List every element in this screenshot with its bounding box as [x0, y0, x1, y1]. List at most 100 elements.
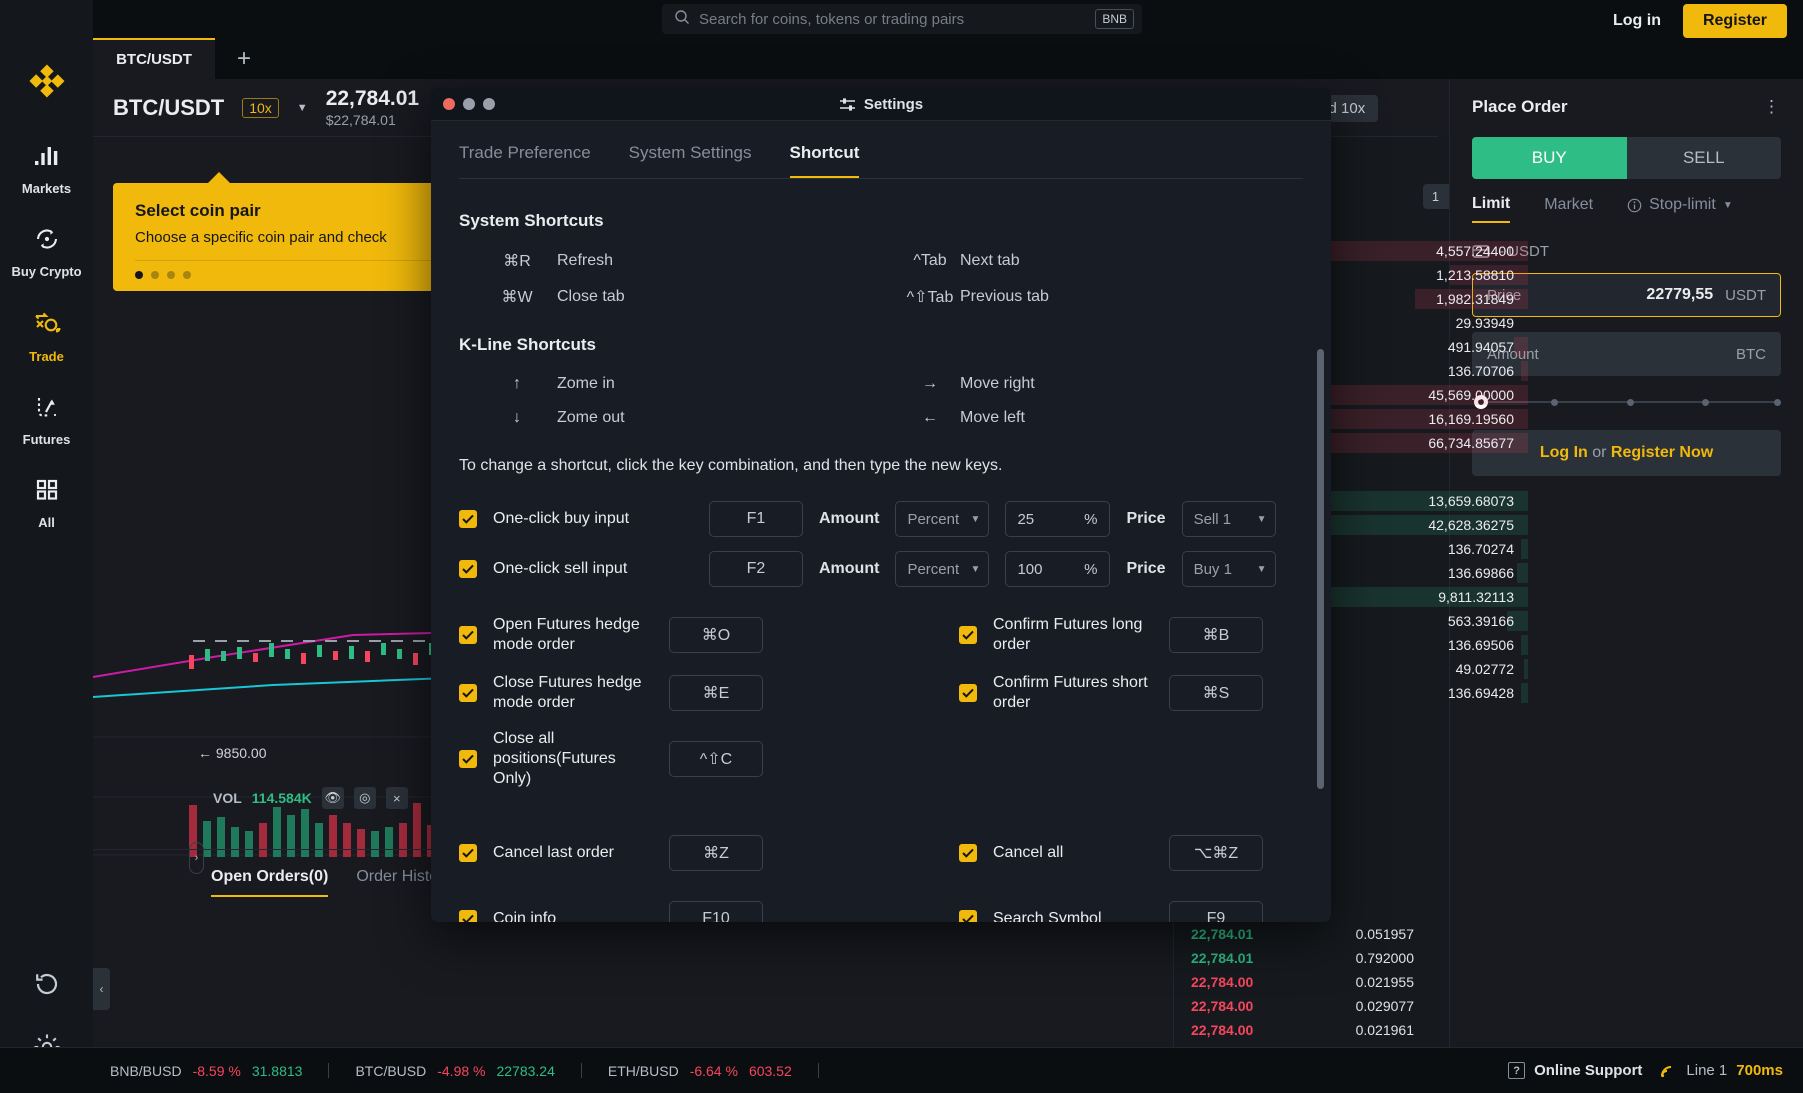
tab-system-settings[interactable]: System Settings — [629, 143, 752, 179]
coach-dot[interactable] — [151, 271, 159, 279]
confirm-long-checkbox[interactable] — [959, 626, 977, 644]
global-search[interactable]: BNB — [662, 4, 1142, 34]
sidebar-item-markets[interactable]: Markets — [0, 143, 93, 196]
one-click-sell-row: One-click sell input F2 Amount Percent ▼… — [459, 551, 1303, 587]
panel-collapse-handle[interactable]: ‹ — [93, 968, 110, 1010]
shortcut-hint: To change a shortcut, click the key comb… — [459, 457, 1003, 474]
ask-total: 1,982.31849 — [1436, 291, 1514, 307]
coin-info-checkbox[interactable] — [459, 910, 477, 922]
online-support-button[interactable]: ? Online Support — [1508, 1062, 1642, 1079]
cancel-last-key[interactable]: ⌘Z — [669, 835, 763, 871]
coach-dot[interactable] — [167, 271, 175, 279]
tab-market[interactable]: Market — [1544, 196, 1593, 222]
one-click-buy-key[interactable]: F1 — [709, 501, 803, 537]
settings-target-icon[interactable]: ◎ — [353, 787, 376, 809]
ticker-item[interactable]: BTC/BUSD -4.98 % 22783.24 — [355, 1063, 580, 1079]
buy-amount-input[interactable]: 25 % — [1005, 501, 1111, 537]
kebab-menu-icon[interactable]: ⋮ — [1763, 97, 1781, 117]
tab-open-orders[interactable]: Open Orders(0) — [211, 868, 329, 897]
one-click-sell-checkbox[interactable] — [459, 560, 477, 578]
ticker-item[interactable]: BNB/BUSD -8.59 % 31.8813 — [110, 1063, 328, 1079]
bnb-badge[interactable]: BNB — [1095, 9, 1134, 29]
search-symbol-key[interactable]: F9 — [1169, 901, 1263, 922]
one-click-sell-key[interactable]: F2 — [709, 551, 803, 587]
slider-node[interactable] — [1701, 399, 1709, 406]
sidebar-item-trade[interactable]: Trade — [0, 309, 93, 364]
shortcut-label: Close tab — [557, 288, 625, 305]
binance-logo-icon[interactable] — [28, 62, 66, 105]
one-click-buy-checkbox[interactable] — [459, 510, 477, 528]
search-symbol-checkbox[interactable] — [959, 910, 977, 922]
confirm-short-key[interactable]: ⌘S — [1169, 675, 1263, 711]
ticker-change: -8.59 % — [192, 1062, 241, 1079]
buy-button[interactable]: BUY — [1472, 137, 1627, 179]
search-input[interactable] — [699, 10, 1087, 28]
sidebar-item-all[interactable]: All — [0, 477, 93, 530]
close-hedge-key[interactable]: ⌘E — [669, 675, 763, 711]
coach-dots[interactable] — [135, 271, 481, 279]
eye-icon[interactable]: 👁 — [321, 787, 344, 809]
sell-price-mode-select[interactable]: Buy 1 ▼ — [1181, 551, 1276, 587]
tab-shortcut[interactable]: Shortcut — [789, 143, 860, 179]
search-symbol-row: Search Symbol F9 — [959, 897, 1289, 922]
ask-total: 1,213.58810 — [1436, 267, 1514, 283]
price-marker-label: ← 9850.00 — [198, 745, 267, 761]
confirm-short-checkbox[interactable] — [959, 684, 977, 702]
close-all-key[interactable]: ^⇧C — [669, 741, 763, 777]
sidebar-item-buy-crypto[interactable]: Buy Crypto — [0, 226, 93, 279]
close-all-checkbox[interactable] — [459, 750, 477, 768]
slider-node[interactable] — [1626, 399, 1634, 406]
futures-shortcuts-section: Open Futures hedge mode order ⌘O Close F… — [459, 613, 1303, 803]
ask-total: 491.94057 — [1447, 339, 1514, 355]
sell-amount-mode-select[interactable]: Percent ▼ — [895, 551, 990, 587]
kline-shortcuts-grid: ↑ Zome in → Move right ↓ Zome out ← Move… — [477, 375, 1303, 427]
page-title[interactable]: BTC/USDT — [113, 95, 224, 121]
sidebar-item-futures[interactable]: Futures — [0, 394, 93, 447]
one-click-sell-label: One-click sell input — [493, 560, 628, 577]
modal-scrollbar-thumb[interactable] — [1317, 349, 1324, 789]
shortcut-label: Previous tab — [960, 288, 1049, 305]
history-icon[interactable] — [32, 969, 62, 1004]
line-label: Line 1 — [1686, 1062, 1728, 1079]
slider-node[interactable] — [1551, 399, 1559, 406]
add-tab-button[interactable]: + — [215, 38, 273, 79]
chevron-down-icon[interactable]: ▼ — [297, 102, 308, 114]
confirm-long-key[interactable]: ⌘B — [1169, 617, 1263, 653]
coin-info-key[interactable]: F10 — [669, 901, 763, 922]
trade-price: 22,784.00 — [1191, 998, 1254, 1014]
sell-amount-input[interactable]: 100 % — [1005, 551, 1111, 587]
tab-trade-preference[interactable]: Trade Preference — [459, 143, 591, 179]
cancel-last-checkbox[interactable] — [459, 844, 477, 862]
slider-node[interactable] — [1773, 399, 1781, 406]
close-icon[interactable]: × — [385, 787, 408, 809]
register-button[interactable]: Register — [1682, 4, 1787, 38]
futures-right-column: Confirm Futures long order ⌘B Confirm Fu… — [959, 613, 1289, 803]
amount-label: Amount — [819, 510, 880, 527]
open-hedge-row: Open Futures hedge mode order ⌘O — [459, 613, 959, 657]
open-hedge-checkbox[interactable] — [459, 626, 477, 644]
open-hedge-key[interactable]: ⌘O — [669, 617, 763, 653]
settings-modal[interactable]: Settings Trade Preference System Setting… — [431, 88, 1331, 922]
ticker-item[interactable]: ETH/BUSD -6.64 % 603.52 — [608, 1063, 818, 1079]
bid-total: 49.02772 — [1455, 661, 1514, 677]
coach-dot[interactable] — [183, 271, 191, 279]
buy-amount-mode-select[interactable]: Percent ▼ — [895, 501, 990, 537]
tab-limit[interactable]: Limit — [1472, 195, 1511, 223]
sell-button[interactable]: SELL — [1626, 137, 1781, 179]
search-icon — [674, 9, 690, 30]
tab-stop-limit[interactable]: Stop-limit ▼ — [1627, 196, 1733, 222]
tab-btc-usdt[interactable]: BTC/USDT — [93, 38, 215, 79]
connection-status[interactable]: Line 1 700ms — [1660, 1062, 1783, 1079]
login-link[interactable]: Log In — [1540, 444, 1588, 461]
login-link[interactable]: Log in — [1613, 12, 1661, 30]
register-link[interactable]: Register Now — [1611, 444, 1713, 461]
ask-total: 16,169.19560 — [1428, 411, 1514, 427]
buy-price-mode-select[interactable]: Sell 1 ▼ — [1181, 501, 1276, 537]
status-right: ? Online Support Line 1 700ms — [1508, 1062, 1783, 1079]
leverage-badge[interactable]: 10x — [242, 97, 279, 118]
cancel-all-key[interactable]: ⌥⌘Z — [1169, 835, 1263, 871]
close-hedge-label: Close Futures hedge mode order — [493, 674, 642, 711]
cancel-all-checkbox[interactable] — [959, 844, 977, 862]
coach-dot[interactable] — [135, 271, 143, 279]
close-hedge-checkbox[interactable] — [459, 684, 477, 702]
